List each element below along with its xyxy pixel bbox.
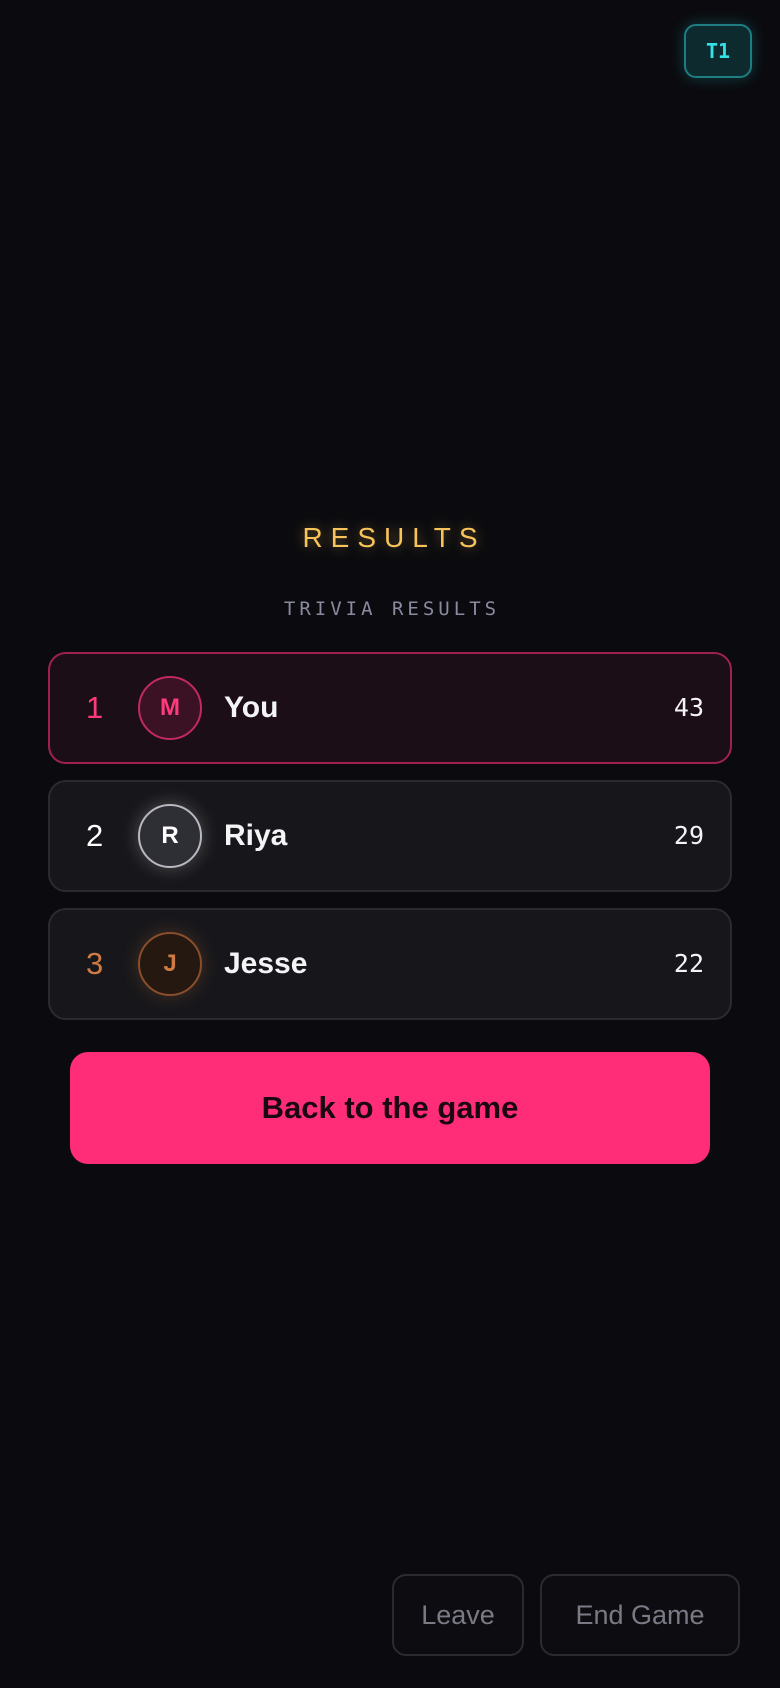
rank-number: 2: [86, 818, 104, 853]
page-title: RESULTS: [302, 522, 486, 553]
leaderboard-row-2: 2 R Riya 29: [48, 780, 732, 892]
back-to-game-button[interactable]: Back to the game: [70, 1052, 710, 1164]
player-name: You: [224, 691, 279, 724]
rank-number: 1: [86, 690, 104, 725]
player-score: 22: [673, 949, 704, 978]
player-score: 43: [673, 693, 704, 722]
leaderboard-row-3: 3 J Jesse 22: [48, 908, 732, 1020]
player-name: Jesse: [224, 947, 308, 980]
results-subtitle: TRIVIA RESULTS: [283, 598, 501, 620]
end-game-button[interactable]: End Game: [540, 1574, 740, 1656]
leave-button[interactable]: Leave: [392, 1574, 524, 1656]
player-score: 29: [673, 821, 704, 850]
avatar: M: [138, 676, 202, 740]
room-code-badge[interactable]: T1: [684, 24, 752, 78]
avatar: R: [138, 804, 202, 868]
player-name: Riya: [224, 819, 288, 852]
results-screen: T1 RESULTS TRIVIA RESULTS 1 M You 43 2 R…: [0, 0, 780, 1688]
avatar: J: [138, 932, 202, 996]
rank-number: 3: [86, 946, 104, 981]
leaderboard-list: 1 M You 43 2 R Riya 29 3 J Jesse 22: [48, 652, 732, 1036]
leaderboard-row-1: 1 M You 43: [48, 652, 732, 764]
